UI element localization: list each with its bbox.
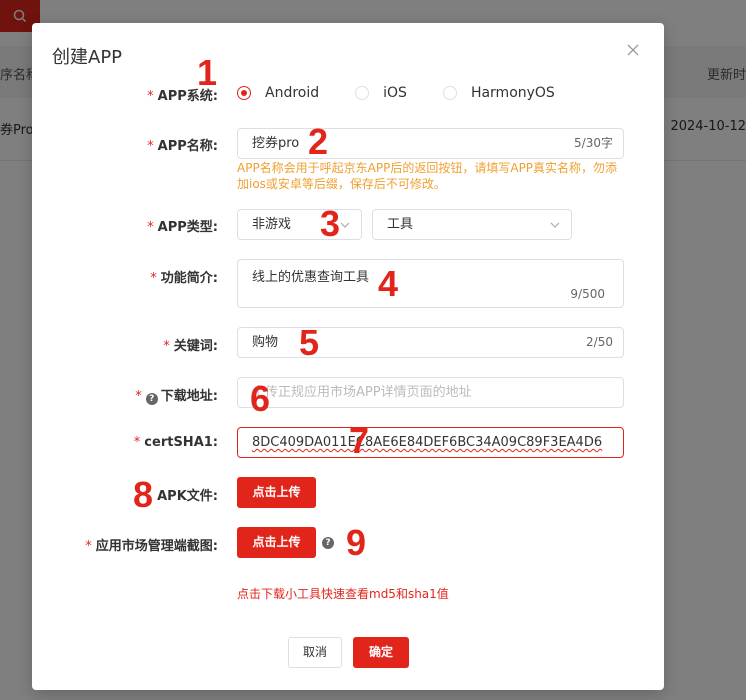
name-label: * APP名称: bbox=[147, 139, 218, 154]
app-name-input[interactable]: 挖券pro 5/30字 bbox=[237, 128, 624, 159]
chevron-down-icon bbox=[550, 222, 560, 228]
apk-label: APK文件: bbox=[157, 489, 218, 504]
annotation-number: 7 bbox=[349, 420, 370, 461]
download-label: *? 下载地址: bbox=[135, 389, 218, 405]
required-mark: * bbox=[135, 389, 142, 404]
type-secondary-select[interactable]: 工具 bbox=[372, 209, 572, 240]
annotation-number: 8 bbox=[133, 474, 154, 515]
radio-android[interactable]: Android bbox=[237, 85, 319, 101]
required-mark: * bbox=[163, 339, 170, 354]
type-label: * APP类型: bbox=[147, 220, 218, 235]
radio-circle bbox=[237, 86, 251, 100]
radio-circle bbox=[442, 86, 457, 100]
help-icon[interactable]: ? bbox=[145, 393, 158, 405]
annotation-number: 6 bbox=[250, 378, 271, 419]
apk-upload-button[interactable]: 点击上传 bbox=[237, 477, 316, 508]
intro-textarea[interactable]: 线上的优惠查询工具 9/500 bbox=[237, 259, 624, 308]
screenshot-upload-button[interactable]: 点击上传 bbox=[237, 527, 316, 558]
radio-ios[interactable]: iOS bbox=[355, 85, 407, 101]
type-primary-select[interactable]: 非游戏 bbox=[237, 209, 362, 240]
create-app-dialog: 创建APP * APP系统: Android iOS HarmonyOS * APP… bbox=[32, 23, 664, 690]
chevron-down-icon bbox=[340, 222, 350, 228]
annotation-number: 9 bbox=[346, 522, 367, 563]
annotation-number: 4 bbox=[378, 263, 399, 304]
char-count: 9/500 bbox=[570, 287, 605, 301]
close-button[interactable] bbox=[626, 43, 644, 61]
required-mark: * bbox=[85, 539, 92, 554]
radio-circle bbox=[355, 86, 370, 100]
intro-label: * 功能简介: bbox=[150, 271, 218, 286]
required-mark: * bbox=[147, 89, 154, 104]
screenshot-label: * 应用市场管理端截图: bbox=[85, 539, 218, 554]
close-icon bbox=[627, 44, 639, 56]
cancel-button[interactable]: 取消 bbox=[288, 637, 342, 668]
confirm-button[interactable]: 确定 bbox=[353, 637, 409, 668]
annotation-number: 3 bbox=[320, 203, 341, 244]
dialog-title: 创建APP bbox=[52, 47, 123, 68]
name-hint: APP名称会用于呼起京东APP后的返回按钮，请填写APP真实名称，勿添加ios或… bbox=[237, 161, 618, 191]
cert-sha1-input[interactable]: 8DC409DA011EC8AE6E84DEF6BC34A09C89F3EA4D… bbox=[237, 427, 624, 458]
char-count: 2/50 bbox=[586, 335, 613, 349]
download-url-input[interactable]: 上传正规应用市场APP详情页面的地址 bbox=[237, 377, 624, 408]
required-mark: * bbox=[133, 435, 141, 450]
annotation-number: 5 bbox=[299, 322, 320, 363]
annotation-number: 1 bbox=[197, 52, 218, 93]
keywords-input[interactable]: 购物 2/50 bbox=[237, 327, 624, 358]
help-icon[interactable]: ? bbox=[322, 537, 334, 549]
radio-harmonyos[interactable]: HarmonyOS bbox=[442, 85, 555, 101]
annotation-number: 2 bbox=[308, 121, 329, 162]
required-mark: * bbox=[147, 220, 154, 235]
system-radio-group: Android iOS HarmonyOS bbox=[237, 85, 591, 101]
required-mark: * bbox=[147, 139, 154, 154]
required-mark: * bbox=[150, 271, 157, 286]
char-count: 5/30字 bbox=[574, 136, 613, 150]
sha1-label: * certSHA1: bbox=[133, 435, 218, 450]
download-tool-link[interactable]: 点击下载小工具快速查看md5和sha1值 bbox=[237, 585, 449, 602]
keywords-label: * 关键词: bbox=[163, 339, 218, 354]
